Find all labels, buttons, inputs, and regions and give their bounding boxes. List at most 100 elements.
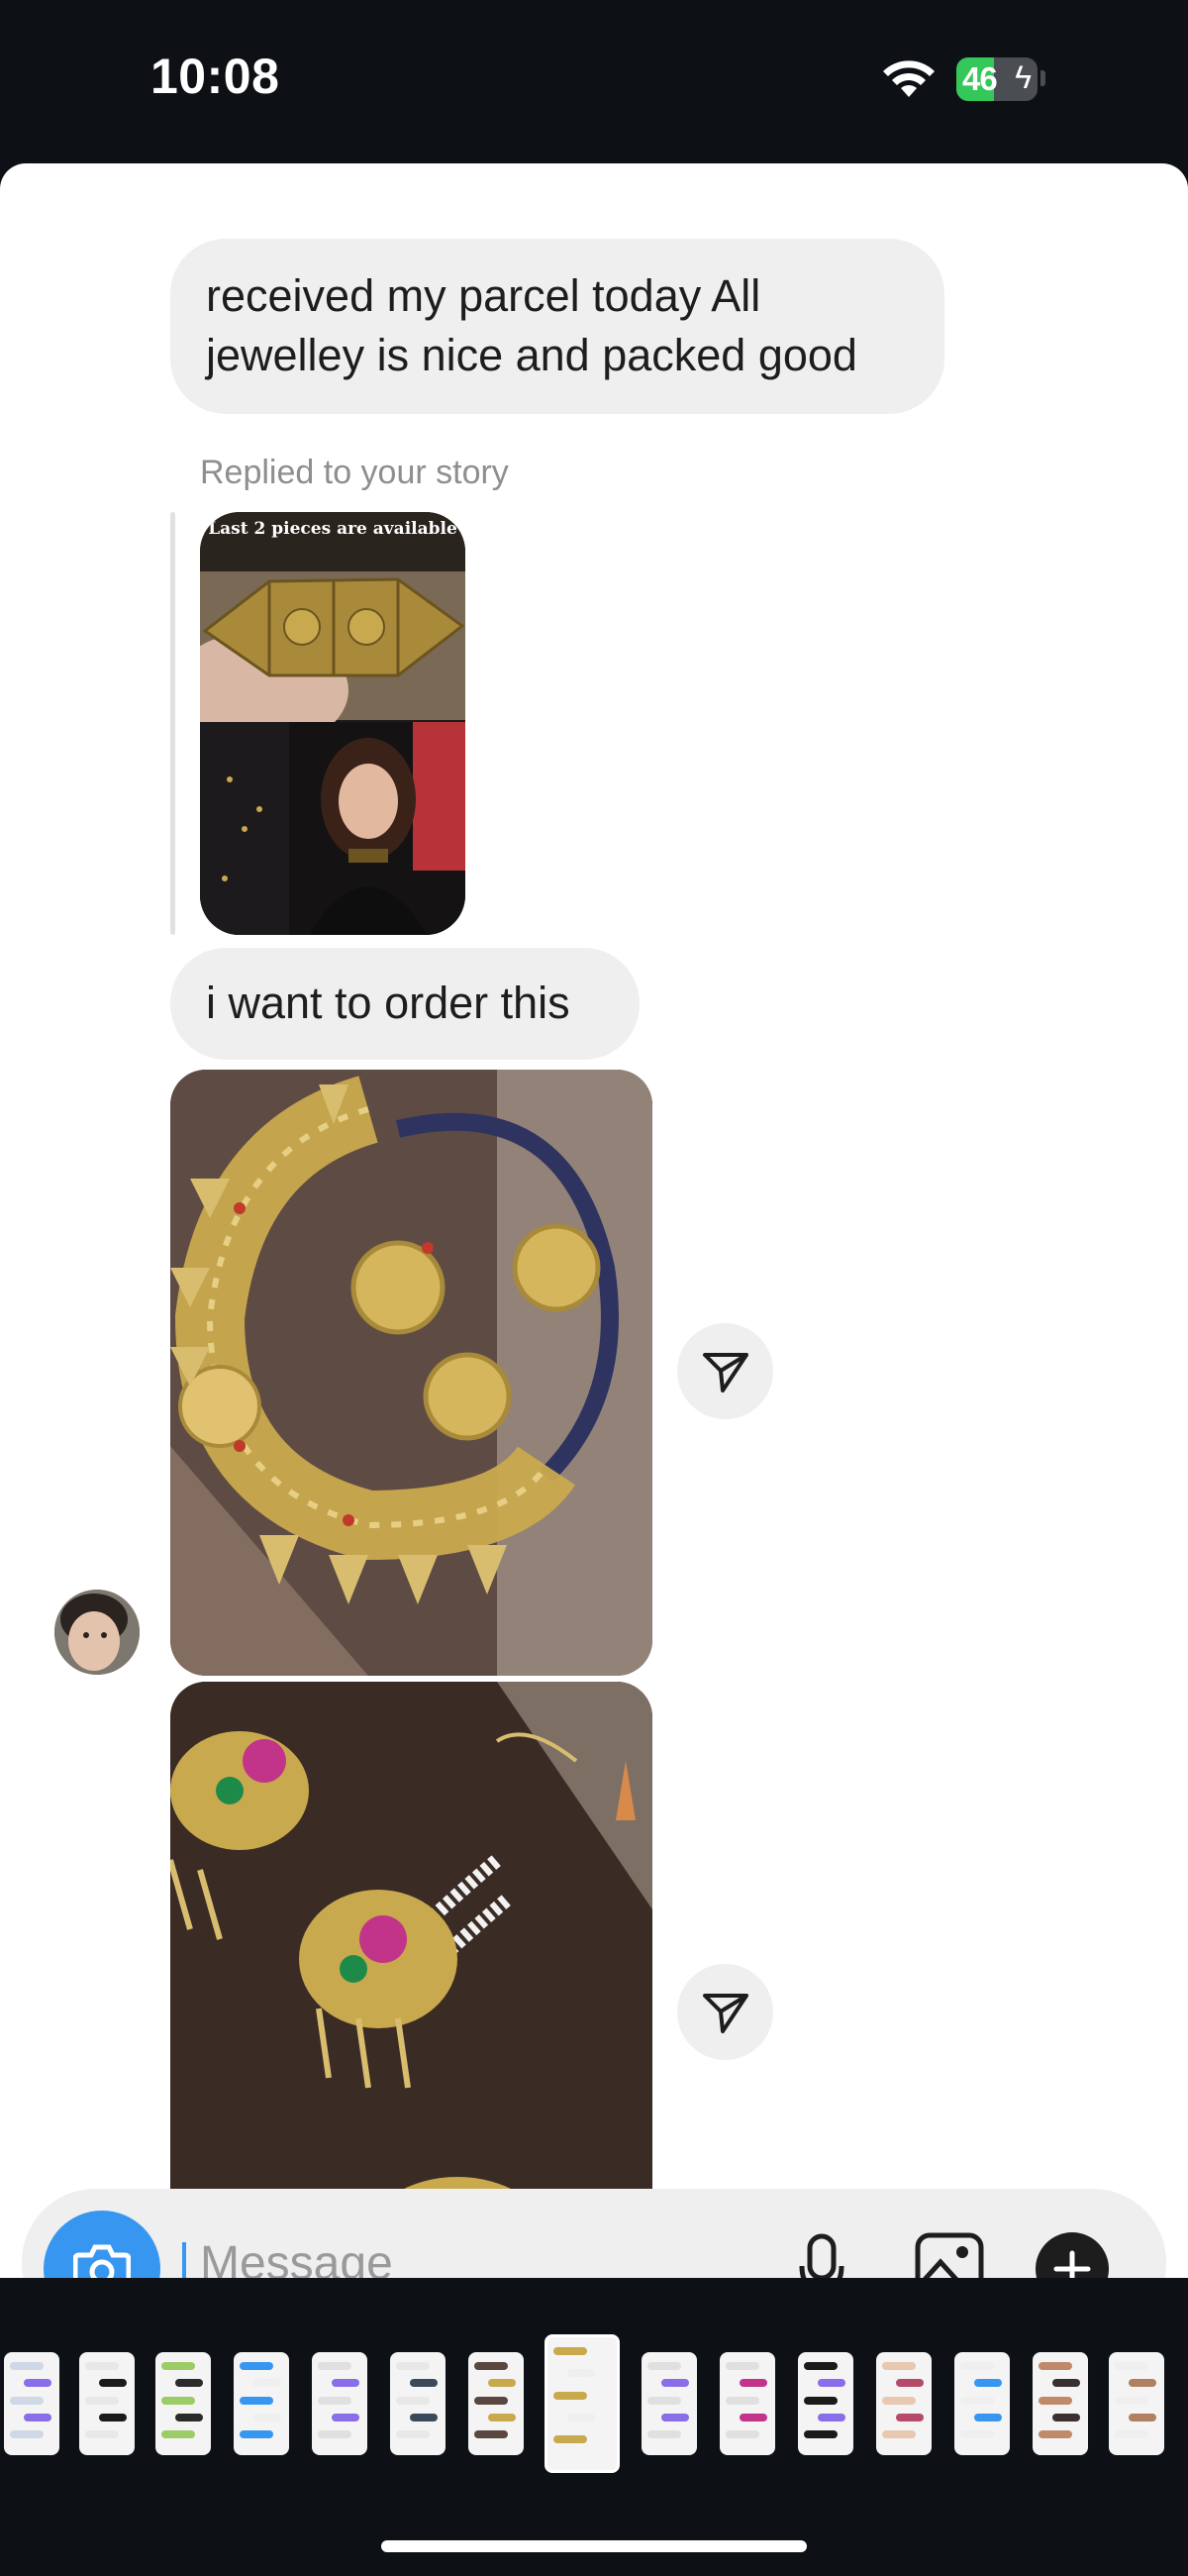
- message-input[interactable]: [200, 2236, 794, 2278]
- screenshot-thumbnail[interactable]: [155, 2352, 211, 2455]
- thumbnail-content: [488, 2414, 516, 2421]
- thumbnail-content: [882, 2362, 916, 2370]
- battery-percentage: 46: [962, 60, 998, 97]
- thumbnail-content: [1039, 2396, 1072, 2405]
- screenshot-thumbnail[interactable]: [234, 2352, 289, 2455]
- thumbnail-content: [1039, 2430, 1072, 2439]
- thumbnail-content: [960, 2396, 994, 2405]
- thumbnail-content: [240, 2430, 273, 2439]
- screenshot-thumbnail[interactable]: [1109, 2352, 1164, 2455]
- thumbnail-content: [318, 2396, 351, 2405]
- story-caption: Last 2 pieces are available: [208, 519, 457, 539]
- thumbnail-content: [474, 2396, 508, 2405]
- message-text: i want to order this: [206, 978, 570, 1028]
- message-bubble[interactable]: received my parcel today All jewelley is…: [170, 239, 944, 414]
- thumbnail-content: [175, 2414, 203, 2421]
- story-reply-label: Replied to your story: [200, 454, 509, 491]
- thumbnail-content: [1115, 2362, 1148, 2370]
- thumbnail-content: [804, 2430, 838, 2439]
- wifi-icon: [883, 60, 935, 97]
- screenshot-thumbnail[interactable]: [390, 2352, 446, 2455]
- thumbnail-content: [553, 2435, 587, 2444]
- thumbnail-content: [410, 2414, 438, 2421]
- thumbnail-content: [318, 2430, 351, 2439]
- thumbnail-content: [253, 2379, 281, 2388]
- message-bubble[interactable]: i want to order this: [170, 948, 640, 1060]
- thumbnail-content: [332, 2379, 359, 2388]
- thumbnail-content: [896, 2379, 924, 2388]
- thumbnail-content: [1039, 2362, 1072, 2370]
- thumbnail-content: [896, 2414, 924, 2421]
- plus-button[interactable]: [1036, 2232, 1109, 2278]
- thumbnail-content: [726, 2362, 759, 2370]
- camera-button[interactable]: [44, 2211, 160, 2278]
- thumbnail-content: [974, 2379, 1002, 2388]
- thumbnail-content: [882, 2430, 916, 2439]
- avatar[interactable]: [54, 1590, 140, 1675]
- thumbnail-content: [474, 2362, 508, 2370]
- thumbnail-content: [488, 2379, 516, 2388]
- thumbnail-content: [161, 2362, 195, 2370]
- thumbnail-content: [726, 2396, 759, 2405]
- thumbnail-content: [740, 2379, 767, 2388]
- thumbnail-content: [161, 2396, 195, 2405]
- battery-tip: [1040, 70, 1045, 86]
- thumbnail-content: [960, 2430, 994, 2439]
- share-button[interactable]: [677, 1964, 773, 2060]
- thumbnail-content: [396, 2430, 430, 2439]
- story-image: [200, 512, 465, 935]
- thumbnail-content: [882, 2396, 916, 2405]
- chat-thread[interactable]: received my parcel today All jewelley is…: [0, 163, 1188, 2278]
- screenshot-thumbnail[interactable]: [79, 2352, 135, 2455]
- thumbnail-content: [99, 2379, 127, 2388]
- thumbnail-content: [99, 2414, 127, 2421]
- home-indicator[interactable]: [381, 2540, 807, 2552]
- screenshot-thumbnail[interactable]: [1033, 2352, 1088, 2455]
- microphone-icon[interactable]: [798, 2232, 845, 2278]
- thumbnail-content: [804, 2396, 838, 2405]
- thumbnail-content: [647, 2362, 681, 2370]
- thumbnail-content: [740, 2414, 767, 2421]
- thumbnail-content: [818, 2414, 845, 2421]
- thumbnail-content: [818, 2379, 845, 2388]
- thumbnail-content: [567, 2369, 595, 2378]
- screenshot-thumbnail-strip[interactable]: [0, 2334, 1188, 2473]
- screenshot-thumbnail[interactable]: [544, 2334, 620, 2473]
- thumbnail-content: [474, 2430, 508, 2439]
- thumbnail-content: [567, 2414, 595, 2421]
- necklace-photo[interactable]: [170, 1070, 652, 1676]
- screenshot-thumbnail[interactable]: [720, 2352, 775, 2455]
- screenshot-thumbnail[interactable]: [468, 2352, 524, 2455]
- gallery-icon[interactable]: [915, 2232, 984, 2278]
- message-text: received my parcel today All jewelley is…: [206, 270, 857, 380]
- thumbnail-content: [240, 2396, 273, 2405]
- plus-icon: [1053, 2250, 1091, 2278]
- message-composer: [22, 2189, 1166, 2278]
- thumbnail-content: [661, 2379, 689, 2388]
- story-thumbnail[interactable]: Last 2 pieces are available: [200, 512, 465, 935]
- screenshot-thumbnail[interactable]: [876, 2352, 932, 2455]
- thumbnail-content: [24, 2379, 51, 2388]
- screenshot-thumbnail[interactable]: [642, 2352, 697, 2455]
- thumbnail-content: [85, 2396, 119, 2405]
- paper-plane-icon: [703, 1353, 748, 1392]
- thumbnail-content: [253, 2414, 281, 2421]
- screenshot-thumbnail[interactable]: [798, 2352, 853, 2455]
- thumbnail-content: [175, 2379, 203, 2388]
- paper-plane-icon: [703, 1994, 748, 2033]
- share-button[interactable]: [677, 1323, 773, 1419]
- thumbnail-content: [960, 2362, 994, 2370]
- screenshot-thumbnail[interactable]: [312, 2352, 367, 2455]
- screenshot-thumbnail[interactable]: [954, 2352, 1010, 2455]
- thumbnail-content: [240, 2362, 273, 2370]
- camera-icon: [73, 2244, 131, 2278]
- thumbnail-content: [24, 2414, 51, 2421]
- screenshot-thumbnail[interactable]: [4, 2352, 59, 2455]
- thumbnail-content: [1052, 2379, 1080, 2388]
- thumbnail-content: [10, 2396, 44, 2405]
- thumbnail-content: [661, 2414, 689, 2421]
- thumbnail-content: [647, 2396, 681, 2405]
- thumbnail-content: [1129, 2414, 1156, 2421]
- thumbnail-content: [10, 2430, 44, 2439]
- thumbnail-content: [85, 2362, 119, 2370]
